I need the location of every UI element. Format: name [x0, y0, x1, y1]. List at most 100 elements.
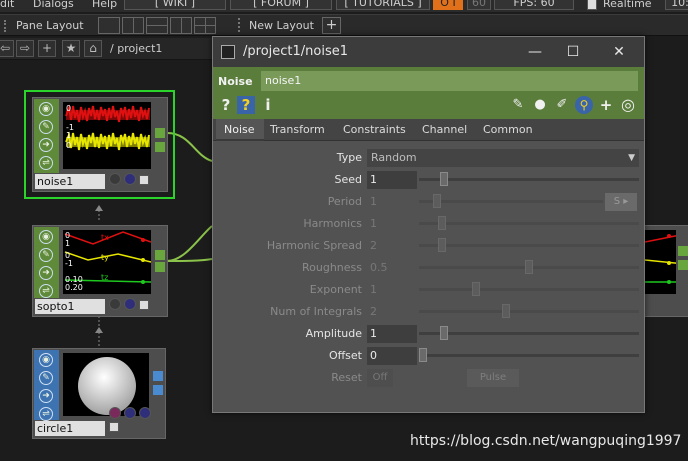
node-cook-icon[interactable]: ➜ — [39, 266, 53, 280]
close-icon[interactable]: ✕ — [609, 42, 629, 62]
node-name-noise1[interactable]: noise1 — [35, 174, 105, 189]
harmonics-field[interactable]: 1 — [367, 215, 417, 233]
output-connector-2[interactable] — [155, 142, 165, 152]
slider-handle[interactable] — [440, 172, 448, 186]
node-circle1[interactable]: ◉ ✎ ➜ ⇌ circle1 — [32, 348, 166, 439]
fps-target-field[interactable]: 60 — [467, 0, 491, 10]
python-help-icon[interactable]: ? — [237, 96, 255, 114]
layout-single-icon[interactable] — [98, 17, 120, 34]
parameter-window[interactable]: /project1/noise1 — ☐ ✕ Noise noise1 ? ? … — [212, 36, 645, 413]
speech-bubble-icon[interactable]: ● — [531, 96, 549, 114]
roughness-slider[interactable] — [419, 260, 639, 274]
harmonic-spread-slider[interactable] — [419, 238, 639, 252]
output-connector-2[interactable] — [155, 262, 165, 272]
pulse-button[interactable]: Pulse — [467, 369, 519, 387]
period-field[interactable]: 1 — [367, 193, 417, 211]
output-connector[interactable] — [153, 371, 163, 381]
flag-display-icon[interactable] — [109, 173, 121, 185]
node-edit-icon[interactable]: ✎ — [39, 371, 53, 385]
tab-noise[interactable]: Noise — [224, 123, 255, 136]
layout-split-v-icon[interactable] — [146, 17, 168, 34]
slider-handle[interactable] — [433, 194, 441, 208]
grip-handle[interactable] — [4, 20, 7, 32]
period-slider[interactable] — [419, 194, 603, 208]
slider-handle[interactable] — [525, 260, 533, 274]
operator-name-field[interactable]: noise1 — [261, 71, 638, 91]
plus-icon[interactable]: + — [597, 96, 615, 114]
add-icon[interactable]: + — [38, 40, 56, 57]
flag-display-icon[interactable] — [109, 298, 121, 310]
node-edit-icon[interactable]: ✎ — [39, 120, 53, 134]
python-icon[interactable]: ⚲ — [575, 96, 593, 114]
grip-handle-2[interactable] — [238, 18, 241, 32]
flag-display-icon[interactable] — [124, 407, 136, 419]
output-connector[interactable] — [155, 128, 165, 138]
amplitude-slider[interactable] — [419, 326, 639, 340]
exponent-field[interactable]: 1 — [367, 281, 417, 299]
tab-channel[interactable]: Channel — [422, 123, 467, 136]
node-bypass-icon[interactable]: ⇌ — [39, 284, 53, 298]
realtime-checkbox[interactable] — [587, 0, 597, 10]
node-cook-icon[interactable]: ➜ — [39, 389, 53, 403]
output-connector-2[interactable] — [678, 260, 688, 270]
node-edit-icon[interactable]: ✎ — [39, 248, 53, 262]
exponent-slider[interactable] — [419, 282, 639, 296]
seed-field[interactable]: 1 — [367, 171, 417, 189]
reset-toggle[interactable]: Off — [367, 369, 393, 387]
forum-button[interactable]: [ FORUM ] — [230, 0, 332, 10]
tab-transform[interactable]: Transform — [270, 123, 325, 136]
forward-arrow-icon[interactable]: ⇨ — [16, 40, 34, 57]
flag-render-icon[interactable] — [124, 173, 136, 185]
wiki-button[interactable]: [ WIKI ] — [124, 0, 226, 10]
flag-bypass-icon[interactable] — [109, 422, 119, 432]
tab-common[interactable]: Common — [483, 123, 533, 136]
node-sopto1[interactable]: ◉ ✎ ➜ ⇌ tx 0 1 ty 0 -1 tz 0.10 0.20 sopt… — [32, 225, 168, 317]
menu-help[interactable]: Help — [92, 0, 117, 10]
node-bypass-icon[interactable]: ⇌ — [39, 407, 53, 421]
pencil-icon[interactable]: ✎ — [509, 96, 527, 114]
slider-handle[interactable] — [419, 348, 427, 362]
slider-handle[interactable] — [438, 216, 446, 230]
flag-bypass-icon[interactable] — [139, 300, 149, 310]
add-layout-button[interactable]: + — [322, 17, 341, 34]
maximize-icon[interactable]: ☐ — [563, 42, 583, 62]
menu-edit[interactable]: dit — [0, 0, 14, 10]
layout-quad-icon[interactable] — [194, 17, 216, 34]
type-menu[interactable]: Random ▼ — [367, 149, 639, 167]
offset-field[interactable]: 0 — [367, 347, 417, 365]
output-connector-2[interactable] — [153, 385, 163, 395]
menu-dialogs[interactable]: Dialogs — [33, 0, 74, 10]
flag-render-icon[interactable] — [124, 298, 136, 310]
offset-slider[interactable] — [419, 348, 639, 362]
window-titlebar[interactable]: /project1/noise1 — ☐ ✕ — [213, 37, 644, 67]
star-icon[interactable]: ★ — [62, 40, 80, 57]
num-integrals-field[interactable]: 2 — [367, 303, 417, 321]
node-viewer-icon[interactable]: ◉ — [39, 102, 53, 116]
minimize-icon[interactable]: — — [525, 42, 545, 62]
info-icon[interactable]: i — [259, 96, 277, 114]
tab-constraints[interactable]: Constraints — [343, 123, 406, 136]
layout-three-icon[interactable] — [170, 17, 192, 34]
back-arrow-icon[interactable]: ⇦ — [0, 40, 14, 57]
roughness-field[interactable]: 0.5 — [367, 259, 417, 277]
period-units-button[interactable]: S ▸ — [605, 193, 637, 211]
flag-template-icon[interactable] — [109, 407, 121, 419]
node-viewer-icon[interactable]: ◉ — [39, 353, 53, 367]
seed-slider[interactable] — [419, 172, 639, 186]
flag-bypass-icon[interactable] — [139, 175, 149, 185]
node-name-circle1[interactable]: circle1 — [35, 421, 105, 436]
help-icon[interactable]: ? — [217, 96, 235, 114]
flag-render-icon[interactable] — [139, 407, 151, 419]
amplitude-field[interactable]: 1 — [367, 325, 417, 343]
node-cook-icon[interactable]: ➜ — [39, 138, 53, 152]
num-integrals-slider[interactable] — [419, 304, 639, 318]
node-viewer-icon[interactable]: ◉ — [39, 230, 53, 244]
slider-handle[interactable] — [502, 304, 510, 318]
slider-handle[interactable] — [440, 326, 448, 340]
slider-handle[interactable] — [438, 238, 446, 252]
harmonic-spread-field[interactable]: 2 — [367, 237, 417, 255]
tutorials-button[interactable]: [ TUTORIALS ] — [336, 0, 430, 10]
node-noise1[interactable]: ◉ ✎ ➜ ⇌ 0 -1 1 0 noise1 — [32, 97, 168, 192]
slider-handle[interactable] — [472, 282, 480, 296]
output-connector[interactable] — [155, 250, 165, 260]
